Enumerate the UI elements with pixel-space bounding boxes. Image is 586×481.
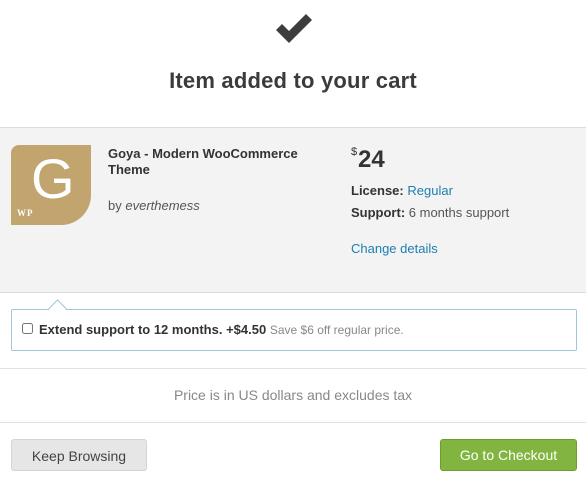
thumbnail-logo-letter: G [31, 147, 75, 210]
by-prefix: by [108, 198, 122, 213]
thumbnail-badge: WP [17, 208, 34, 218]
item-author[interactable]: everthemess [125, 198, 199, 213]
divider [0, 422, 586, 423]
change-details-link[interactable]: Change details [351, 241, 438, 256]
price-note: Price is in US dollars and excludes tax [173, 387, 413, 403]
item-name[interactable]: Goya - Modern WooCommerce Theme [108, 146, 333, 178]
support-row: Support: 6 months support [351, 205, 509, 220]
go-to-checkout-button[interactable]: Go to Checkout [440, 439, 577, 471]
extend-support-note: Save $6 off regular price. [269, 323, 404, 337]
extend-support-price: +$4.50 [226, 322, 267, 337]
page-title: Item added to your cart [169, 68, 417, 93]
divider [0, 368, 586, 369]
extend-support-box: Extend support to 12 months. +$4.50 Save… [11, 299, 577, 351]
keep-browsing-button[interactable]: Keep Browsing [11, 439, 147, 471]
checkmark-icon [276, 14, 312, 43]
license-label: License: [351, 183, 404, 198]
cart-item-panel: G WP Goya - Modern WooCommerce Theme by … [0, 127, 586, 293]
support-label: Support: [351, 205, 406, 220]
license-value: Regular [407, 183, 453, 198]
price-currency: $ [351, 146, 358, 158]
support-value: 6 months support [408, 205, 510, 220]
extend-support-label: Extend support to 12 months. [39, 322, 223, 337]
extend-box-pointer [48, 299, 67, 318]
license-row: License: Regular [351, 183, 453, 198]
price-value: 24 [358, 146, 385, 173]
extend-support-text[interactable]: Extend support to 12 months. +$4.50 Save… [39, 322, 404, 337]
item-thumbnail[interactable]: G WP [11, 145, 91, 225]
extend-support-checkbox[interactable] [22, 323, 33, 334]
item-author-line: by everthemess [108, 198, 200, 213]
